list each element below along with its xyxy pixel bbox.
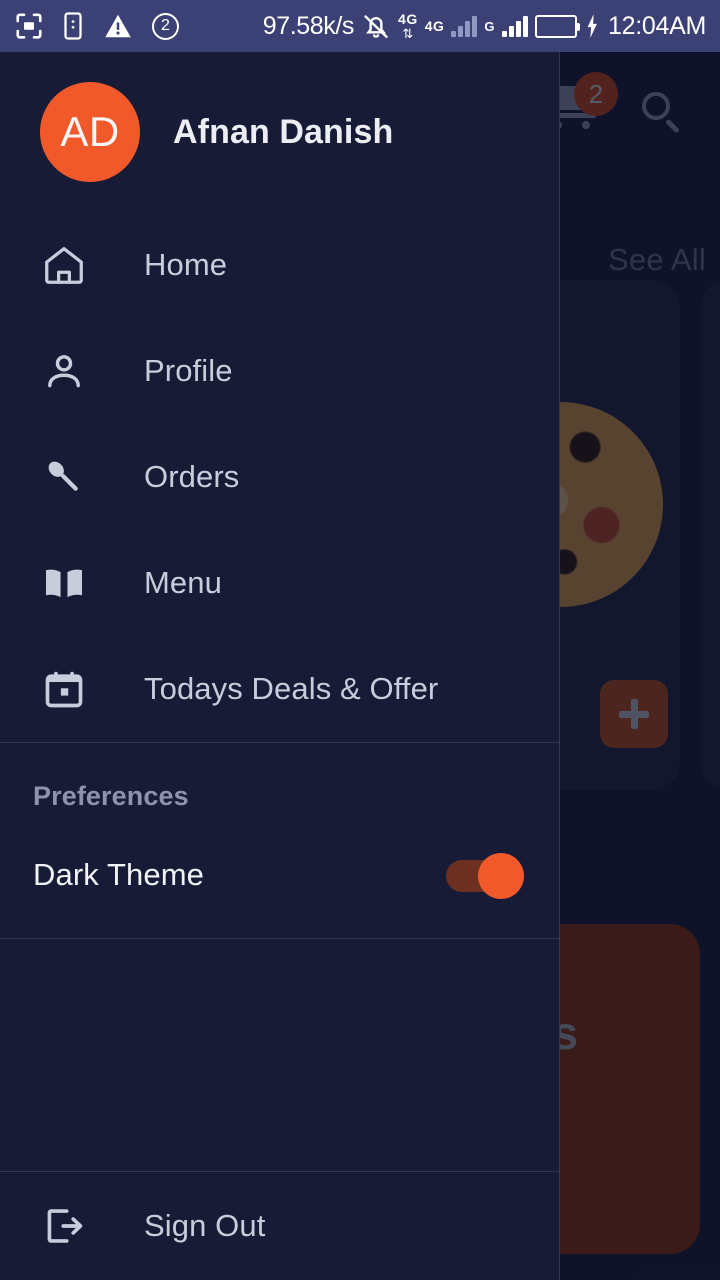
sidebar-item-menu[interactable]: Menu (0, 530, 560, 636)
status-bar-left-icons: 2 (14, 11, 179, 41)
logout-icon (36, 1198, 92, 1254)
preferences-section-header: Preferences (33, 781, 189, 811)
data-transfer-icon: 4G ⇅ (398, 11, 418, 41)
toggle-thumb (478, 853, 524, 899)
profile-name: Afnan Danish (173, 112, 394, 151)
calendar-icon (36, 661, 92, 717)
battery-icon (535, 14, 581, 38)
sign-out-label: Sign Out (144, 1208, 266, 1243)
home-icon (36, 237, 92, 293)
avatar: AD (40, 82, 140, 182)
data-network-label-secondary: 4G (424, 18, 445, 34)
status-bar: 2 97.58k/s 4G ⇅ 4G G 12:04AM (0, 0, 720, 52)
drawer-edge-divider (559, 52, 560, 1280)
navigation-drawer: AD Afnan Danish Home Profile Orders Menu… (0, 52, 560, 1280)
bell-muted-icon (361, 11, 391, 41)
dark-theme-row[interactable]: Dark Theme (0, 812, 560, 938)
sign-out-button[interactable]: Sign Out (0, 1172, 560, 1280)
sidebar-item-profile[interactable]: Profile (0, 318, 560, 424)
notification-count-badge: 2 (152, 12, 179, 40)
charging-bolt-icon (584, 13, 600, 39)
sidebar-item-label: Home (144, 247, 228, 282)
sidebar-item-label: Todays Deals & Offer (144, 671, 439, 706)
drawer-spacer (0, 939, 560, 1171)
dark-theme-toggle[interactable] (446, 853, 524, 899)
person-icon (36, 343, 92, 399)
drawer-profile-header[interactable]: AD Afnan Danish (0, 52, 560, 212)
data-network-label-primary: 4G (398, 11, 418, 27)
signal-secondary-label: G (484, 18, 496, 34)
sidebar-item-label: Orders (144, 459, 240, 494)
status-bar-right-icons: 97.58k/s 4G ⇅ 4G G 12:04AM (262, 11, 707, 41)
network-speed-label: 97.58k/s (262, 11, 355, 40)
signal-strength-icon-1 (451, 15, 478, 37)
clock-label: 12:04AM (608, 11, 706, 40)
dark-theme-label: Dark Theme (33, 857, 204, 892)
sim-card-icon (62, 11, 84, 41)
drawer-nav-list: Home Profile Orders Menu Todays Deals & … (0, 212, 560, 742)
sidebar-item-label: Profile (144, 353, 233, 388)
spoon-icon (36, 449, 92, 505)
app-screen: 2 See All Pizza lor amet odles mply (0, 0, 720, 1280)
book-icon (36, 555, 92, 611)
warning-triangle-icon (102, 11, 134, 41)
sidebar-item-orders[interactable]: Orders (0, 424, 560, 530)
screenshot-icon (14, 11, 44, 41)
signal-strength-icon-2 (502, 15, 529, 37)
sidebar-item-label: Menu (144, 565, 222, 600)
sidebar-item-home[interactable]: Home (0, 212, 560, 318)
sidebar-item-todays-deals[interactable]: Todays Deals & Offer (0, 636, 560, 742)
